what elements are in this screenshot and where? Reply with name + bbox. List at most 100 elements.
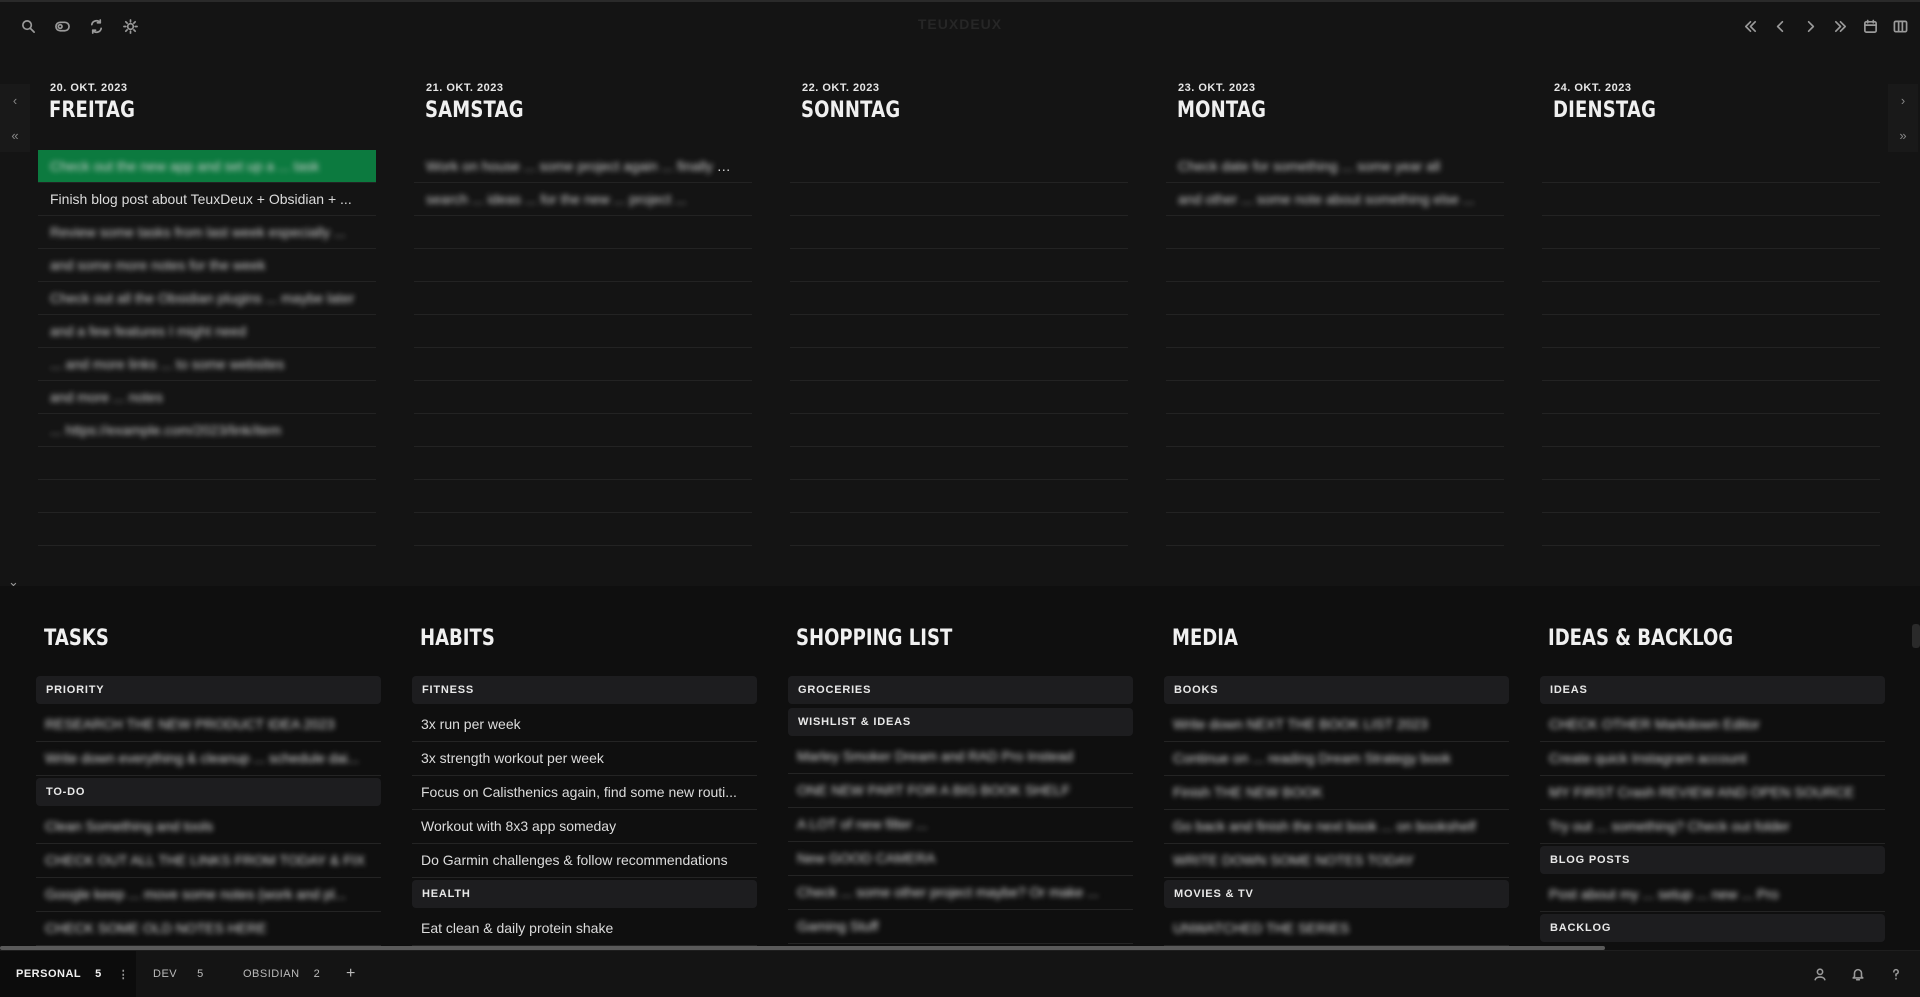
list-title[interactable]: SHOPPING LIST [796,626,1072,656]
empty-todo-slot[interactable] [1166,447,1504,480]
empty-todo-slot[interactable] [790,150,1128,183]
empty-todo-slot[interactable] [414,447,752,480]
list-item[interactable]: CHECK OUT ALL THE LINKS FROM TODAY & FIX [36,844,381,878]
vertical-scrollbar[interactable] [1912,624,1920,648]
list-item[interactable]: Finish THE NEW BOOK [1164,776,1509,810]
list-item[interactable]: Do Garmin challenges & follow recommenda… [412,844,757,878]
list-item[interactable]: CHECK OTHER Markdown Editor [1540,708,1885,742]
empty-todo-slot[interactable] [1542,447,1880,480]
jump-forward-icon[interactable] [1830,16,1850,36]
list-item[interactable]: A LOT of new filter ... [788,808,1133,842]
empty-todo-slot[interactable] [1166,315,1504,348]
empty-todo-slot[interactable] [1166,249,1504,282]
list-section-header[interactable]: TO-DO [36,778,381,806]
empty-todo-slot[interactable] [1166,513,1504,546]
list-item[interactable]: CHECK SOME OLD NOTES HERE [36,912,381,946]
empty-todo-slot[interactable] [790,315,1128,348]
list-title[interactable]: HABITS [420,626,696,656]
columns-icon[interactable] [1890,16,1910,36]
list-section-header[interactable]: BACKLOG [1540,914,1885,942]
todo-item[interactable]: and some more notes for the week [38,249,376,282]
list-item[interactable]: New GOOD CAMERA [788,842,1133,876]
list-item[interactable]: RESEARCH THE NEW PRODUCT IDEA 2023 [36,708,381,742]
list-item[interactable]: Focus on Calisthenics again, find some n… [412,776,757,810]
bell-icon[interactable] [1848,964,1868,984]
empty-todo-slot[interactable] [414,282,752,315]
empty-todo-slot[interactable] [1166,414,1504,447]
empty-todo-slot[interactable] [414,315,752,348]
todo-item[interactable]: Check date for something ... some year a… [1166,150,1504,183]
list-section-header[interactable]: MOVIES & TV [1164,880,1509,908]
empty-todo-slot[interactable] [414,216,752,249]
empty-todo-slot[interactable] [414,513,752,546]
empty-todo-slot[interactable] [790,249,1128,282]
todo-item[interactable]: and a few features I might need [38,315,376,348]
jump-next-week-button[interactable]: » [1899,128,1906,143]
empty-todo-slot[interactable] [1542,216,1880,249]
empty-todo-slot[interactable] [38,447,376,480]
empty-todo-slot[interactable] [790,414,1128,447]
user-icon[interactable] [1810,964,1830,984]
empty-todo-slot[interactable] [414,414,752,447]
empty-todo-slot[interactable] [1166,216,1504,249]
forward-icon[interactable] [1800,16,1820,36]
list-item[interactable]: Google keep ... move some notes (work an… [36,878,381,912]
list-item[interactable]: UNWATCHED THE SERIES [1164,912,1509,946]
list-item[interactable]: Eat clean & daily protein shake [412,912,757,946]
empty-todo-slot[interactable] [1542,414,1880,447]
jump-prev-week-button[interactable]: « [11,128,18,143]
list-item[interactable]: 3x run per week [412,708,757,742]
empty-todo-slot[interactable] [414,480,752,513]
list-item[interactable]: Clean Something and tools [36,810,381,844]
empty-todo-slot[interactable] [1542,315,1880,348]
todo-item[interactable]: Check out all the Obsidian plugins ... m… [38,282,376,315]
prev-day-button[interactable]: ‹ [13,93,17,108]
list-item[interactable]: Create quick Instagram account [1540,742,1885,776]
todo-item[interactable]: ... and more links ... to some websites [38,348,376,381]
todo-item[interactable]: ... https://example.com/2023/link/item [38,414,376,447]
list-item[interactable]: Try out ... something? Check out folder [1540,810,1885,844]
todo-item[interactable]: and more ... notes [38,381,376,414]
calendar-icon[interactable] [1860,16,1880,36]
list-item[interactable]: Go back and finish the next book ... on … [1164,810,1509,844]
empty-todo-slot[interactable] [790,513,1128,546]
list-section-header[interactable]: BLOG POSTS [1540,846,1885,874]
empty-todo-slot[interactable] [790,183,1128,216]
list-item[interactable]: Write down everything & cleanup ... sche… [36,742,381,776]
empty-todo-slot[interactable] [414,381,752,414]
empty-todo-slot[interactable] [1542,480,1880,513]
empty-todo-slot[interactable] [790,381,1128,414]
list-section-header[interactable]: PRIORITY [36,676,381,704]
empty-todo-slot[interactable] [1542,348,1880,381]
list-item[interactable]: 3x strength workout per week [412,742,757,776]
list-title[interactable]: IDEAS & BACKLOG [1548,626,1824,656]
tab-dev[interactable]: DEV 5 [153,951,204,997]
add-list-button[interactable]: + [346,951,356,997]
empty-todo-slot[interactable] [790,216,1128,249]
empty-todo-slot[interactable] [38,480,376,513]
empty-todo-slot[interactable] [414,249,752,282]
empty-todo-slot[interactable] [790,348,1128,381]
list-title[interactable]: TASKS [44,626,320,656]
empty-todo-slot[interactable] [1166,381,1504,414]
list-section-header[interactable]: BOOKS [1164,676,1509,704]
list-item[interactable]: Marley Smoker Dream and RAD Pro Instead [788,740,1133,774]
back-icon[interactable] [1770,16,1790,36]
list-item[interactable]: MY FIRST Crash REVIEW AND OPEN SOURCE [1540,776,1885,810]
more-options-icon[interactable]: ⋮ [118,968,130,981]
list-item[interactable]: ONE NEW PART FOR A BIG BOOK SHELF [788,774,1133,808]
list-section-header[interactable]: WISHLIST & IDEAS [788,708,1133,736]
empty-todo-slot[interactable] [1542,381,1880,414]
empty-todo-slot[interactable] [1166,348,1504,381]
list-item[interactable]: WRITE DOWN SOME NOTES TODAY [1164,844,1509,878]
list-section-header[interactable]: GROCERIES [788,676,1133,704]
empty-todo-slot[interactable] [1542,282,1880,315]
help-icon[interactable] [1886,964,1906,984]
empty-todo-slot[interactable] [1542,249,1880,282]
todo-item[interactable]: Work on house ... some project again ...… [414,150,752,183]
list-section-header[interactable]: FITNESS [412,676,757,704]
list-item[interactable]: Workout with 8x3 app someday [412,810,757,844]
empty-todo-slot[interactable] [1542,150,1880,183]
empty-todo-slot[interactable] [1166,480,1504,513]
list-item[interactable]: Post about my ... setup ... new ... Pro [1540,878,1885,912]
